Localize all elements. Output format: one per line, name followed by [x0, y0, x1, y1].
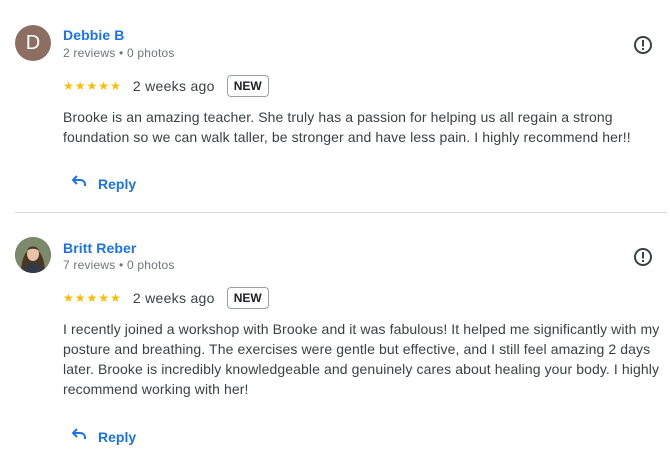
star-icon: ★: [74, 291, 86, 305]
review-text: Brooke is an amazing teacher. She truly …: [63, 109, 631, 145]
star-icon: ★: [86, 79, 98, 93]
reply-arrow-icon: [70, 172, 88, 195]
reply-button[interactable]: Reply: [70, 425, 136, 448]
report-icon[interactable]: [632, 34, 654, 56]
avatar[interactable]: D: [15, 25, 51, 61]
rating-row: ★ ★ ★ ★ ★ 2 weeks ago NEW: [63, 287, 269, 309]
star-rating: ★ ★ ★ ★ ★: [63, 80, 121, 92]
avatar[interactable]: [15, 237, 51, 273]
report-icon[interactable]: [632, 246, 654, 268]
review-date: 2 weeks ago: [132, 78, 215, 94]
review-card: D Debbie B 2 reviews • 0 photos ★ ★ ★ ★ …: [0, 0, 670, 212]
reply-label: Reply: [98, 428, 137, 445]
reviewer-name[interactable]: Britt Reber: [63, 240, 136, 256]
rating-row: ★ ★ ★ ★ ★ 2 weeks ago NEW: [63, 75, 269, 97]
star-icon: ★: [98, 79, 110, 93]
review-date: 2 weeks ago: [132, 290, 215, 306]
star-icon: ★: [63, 79, 74, 93]
reviewer-meta: 2 reviews • 0 photos: [63, 46, 175, 60]
reply-button[interactable]: Reply: [70, 172, 136, 195]
star-icon: ★: [86, 291, 98, 305]
star-rating: ★ ★ ★ ★ ★: [63, 292, 121, 304]
review-card: Britt Reber 7 reviews • 0 photos ★ ★ ★ ★…: [0, 213, 670, 458]
avatar-letter: D: [25, 31, 41, 54]
star-icon: ★: [63, 291, 74, 305]
new-badge: NEW: [226, 75, 269, 97]
review-text: I recently joined a workshop with Brooke…: [63, 321, 660, 397]
reviewer-name[interactable]: Debbie B: [63, 27, 124, 43]
new-badge: NEW: [226, 287, 269, 309]
reply-arrow-icon: [70, 425, 88, 448]
avatar-photo: [15, 237, 51, 273]
reviewer-meta: 7 reviews • 0 photos: [63, 258, 175, 272]
star-icon: ★: [110, 79, 121, 93]
star-icon: ★: [98, 291, 110, 305]
star-icon: ★: [74, 79, 86, 93]
star-icon: ★: [110, 291, 121, 305]
reply-label: Reply: [98, 175, 137, 192]
